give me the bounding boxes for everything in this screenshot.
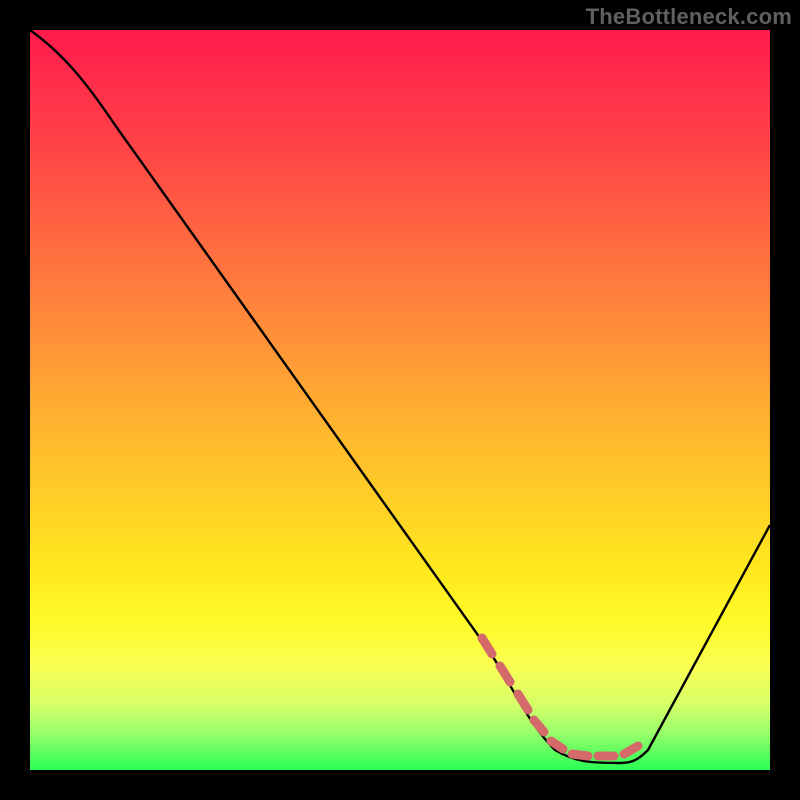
curve-layer xyxy=(30,30,770,770)
watermark-text: TheBottleneck.com xyxy=(586,4,792,30)
bottleneck-curve xyxy=(30,30,770,763)
plot-area xyxy=(30,30,770,770)
optimal-band-marker xyxy=(482,638,638,756)
chart-frame: TheBottleneck.com xyxy=(0,0,800,800)
